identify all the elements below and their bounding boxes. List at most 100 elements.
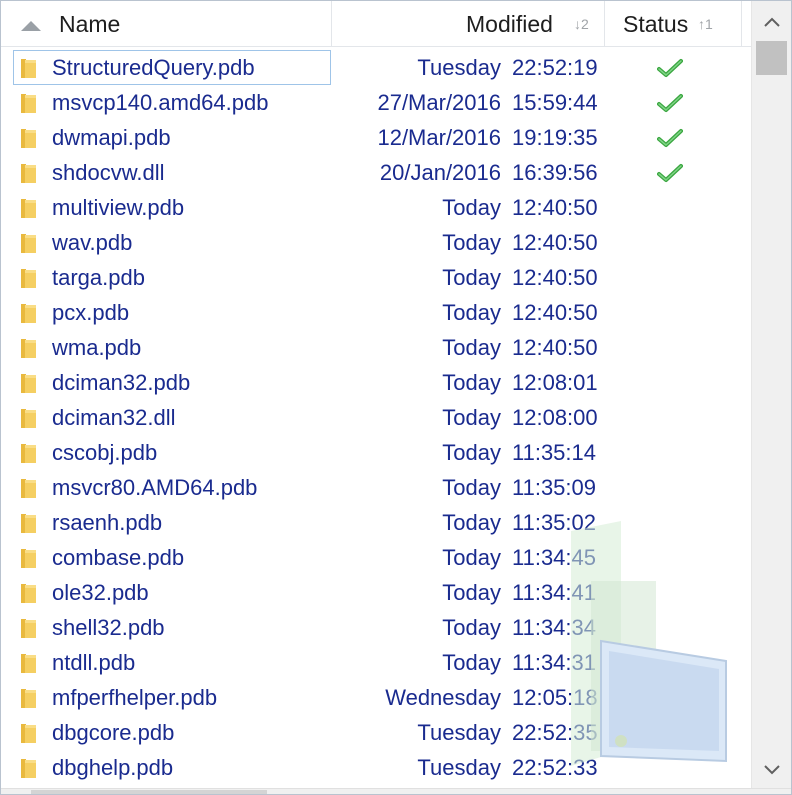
file-name: StructuredQuery.pdb (52, 55, 255, 80)
modified-time: 22:52:19 (512, 55, 598, 80)
modified-date: Today (442, 195, 501, 220)
table-row[interactable]: pcx.pdb Today 12:40:50 (1, 295, 751, 330)
modified-time: 12:40:50 (512, 265, 598, 290)
modified-date: Wednesday (385, 685, 501, 710)
modified-date: Today (442, 510, 501, 535)
table-row[interactable]: mfperfhelper.pdb Wednesday 12:05:18 (1, 680, 751, 715)
modified-date: 20/Jan/2016 (379, 160, 501, 185)
file-name: ole32.pdb (52, 580, 149, 605)
table-row[interactable]: StructuredQuery.pdb Tuesday 22:52:19 (1, 50, 751, 85)
file-name: dciman32.pdb (52, 370, 191, 395)
table-row[interactable]: shell32.pdb Today 11:34:34 (1, 610, 751, 645)
column-status-label: Status (623, 11, 689, 37)
modified-time: 22:52:35 (512, 720, 598, 745)
table-row[interactable]: dciman32.dll Today 12:08:00 (1, 400, 751, 435)
modified-sort-order: 2 (581, 16, 589, 32)
vertical-scrollbar[interactable] (751, 1, 791, 788)
modified-time: 11:34:31 (512, 650, 597, 675)
modified-time: 12:05:18 (512, 685, 598, 710)
table-row[interactable]: msvcp140.amd64.pdb 27/Mar/2016 15:59:44 (1, 85, 751, 120)
table-row[interactable]: dciman32.pdb Today 12:08:01 (1, 365, 751, 400)
table-row[interactable]: targa.pdb Today 12:40:50 (1, 260, 751, 295)
folder-icon (21, 654, 36, 673)
folder-icon (21, 59, 36, 78)
column-header-name[interactable]: Name (1, 1, 332, 47)
check-icon (657, 129, 683, 147)
modified-date: Today (442, 230, 501, 255)
table-row[interactable]: wav.pdb Today 12:40:50 (1, 225, 751, 260)
modified-date: Today (442, 545, 501, 570)
modified-time: 15:59:44 (512, 90, 598, 115)
folder-icon (21, 374, 36, 393)
folder-icon (21, 234, 36, 253)
column-header-modified[interactable]: Modified ↓2 (332, 1, 605, 47)
modified-date: Today (442, 300, 501, 325)
table-row[interactable]: rsaenh.pdb Today 11:35:02 (1, 505, 751, 540)
sort-ascending-icon (21, 21, 41, 31)
table-row[interactable]: cscobj.pdb Today 11:35:14 (1, 435, 751, 470)
table-row[interactable]: dwmapi.pdb 12/Mar/2016 19:19:35 (1, 120, 751, 155)
modified-date: Today (442, 440, 501, 465)
file-name: dbghelp.pdb (52, 755, 174, 780)
table-row[interactable]: shdocvw.dll 20/Jan/2016 16:39:56 (1, 155, 751, 190)
horizontal-scrollbar[interactable] (1, 788, 791, 794)
modified-date: Today (442, 615, 501, 640)
folder-icon (21, 129, 36, 148)
column-header-status[interactable]: Status ↑1 (605, 1, 742, 47)
folder-icon (21, 759, 36, 778)
file-name: dciman32.dll (52, 405, 176, 430)
file-name: shell32.pdb (52, 615, 165, 640)
modified-time: 19:19:35 (512, 125, 598, 150)
modified-date: Today (442, 405, 501, 430)
folder-icon (21, 409, 36, 428)
table-row[interactable]: multiview.pdb Today 12:40:50 (1, 190, 751, 225)
table-row[interactable]: combase.pdb Today 11:34:45 (1, 540, 751, 575)
scroll-down-icon[interactable] (764, 765, 780, 775)
file-name: rsaenh.pdb (52, 510, 163, 535)
folder-icon (21, 94, 36, 113)
column-modified-label: Modified (466, 11, 553, 37)
modified-time: 22:52:33 (512, 755, 598, 780)
folder-icon (21, 689, 36, 708)
modified-date: Tuesday (417, 55, 501, 80)
horizontal-scrollbar-thumb[interactable] (31, 790, 267, 794)
file-name: msvcr80.AMD64.pdb (52, 475, 258, 500)
check-icon (657, 164, 683, 182)
sort-down-indicator: ↓2 (574, 16, 589, 32)
file-name: mfperfhelper.pdb (52, 685, 218, 710)
table-row[interactable]: wma.pdb Today 12:40:50 (1, 330, 751, 365)
modified-date: 27/Mar/2016 (377, 90, 501, 115)
file-name: wav.pdb (52, 230, 133, 255)
folder-icon (21, 269, 36, 288)
modified-time: 16:39:56 (512, 160, 598, 185)
modified-date: Today (442, 475, 501, 500)
folder-icon (21, 199, 36, 218)
modified-date: 12/Mar/2016 (377, 125, 501, 150)
table-row[interactable]: ntdll.pdb Today 11:34:31 (1, 645, 751, 680)
file-name: pcx.pdb (52, 300, 130, 325)
table-row[interactable]: msvcr80.AMD64.pdb Today 11:35:09 (1, 470, 751, 505)
folder-icon (21, 549, 36, 568)
folder-icon (21, 584, 36, 603)
file-name: ntdll.pdb (52, 650, 136, 675)
table-row[interactable]: dbghelp.pdb Tuesday 22:52:33 (1, 750, 751, 785)
modified-date: Tuesday (417, 720, 501, 745)
modified-time: 12:40:50 (512, 195, 598, 220)
scrollbar-thumb[interactable] (756, 41, 787, 75)
modified-time: 11:34:45 (512, 545, 597, 570)
column-header: Name Modified ↓2 Status ↑1 (1, 1, 751, 47)
table-row[interactable]: ole32.pdb Today 11:34:41 (1, 575, 751, 610)
check-icon (657, 94, 683, 112)
scroll-up-icon[interactable] (764, 17, 780, 27)
table-row[interactable]: dbgcore.pdb Tuesday 22:52:35 (1, 715, 751, 750)
folder-icon (21, 479, 36, 498)
folder-icon (21, 339, 36, 358)
modified-time: 11:35:14 (512, 440, 597, 465)
status-sort-order: 1 (705, 16, 713, 32)
modified-date: Today (442, 370, 501, 395)
file-name: cscobj.pdb (52, 440, 158, 465)
modified-time: 11:34:41 (512, 580, 597, 605)
file-name: msvcp140.amd64.pdb (52, 90, 269, 115)
modified-time: 11:35:02 (512, 510, 597, 535)
folder-icon (21, 444, 36, 463)
